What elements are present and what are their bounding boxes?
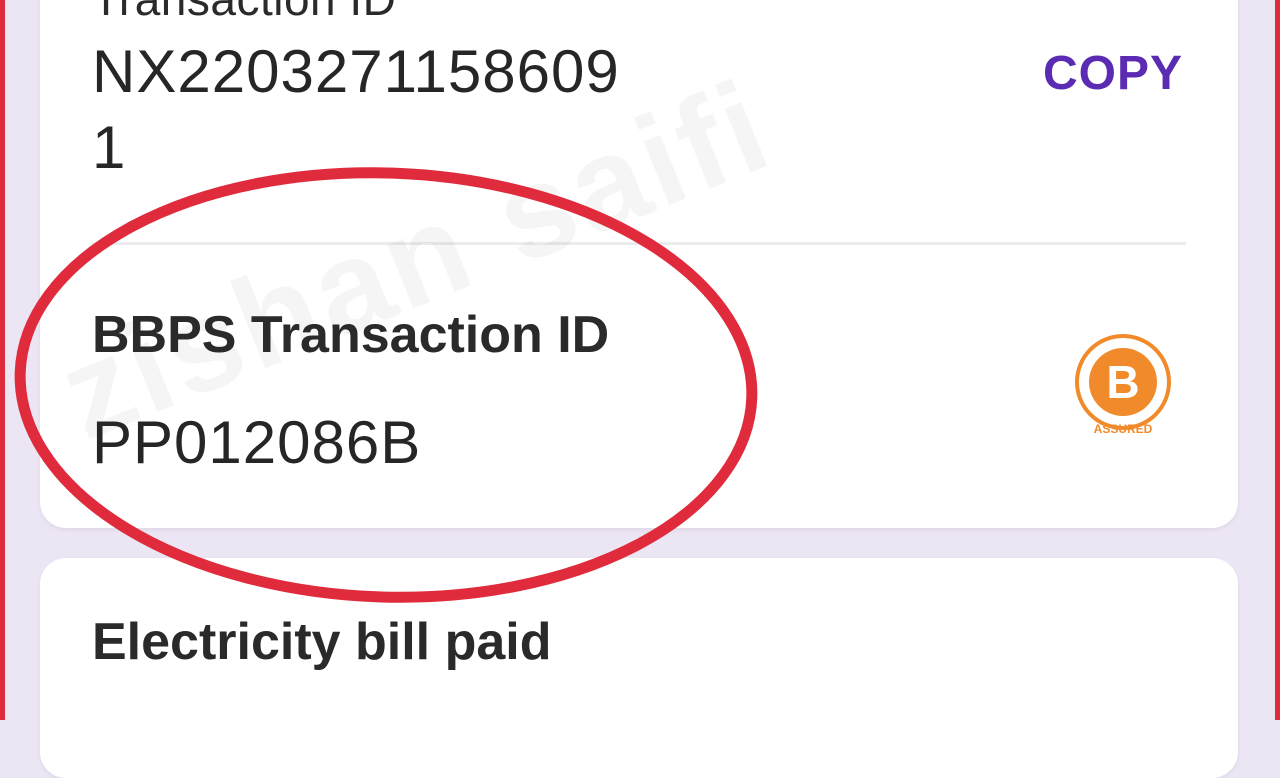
bbps-assured-logo-icon: B ASSURED <box>1075 334 1171 436</box>
bbps-transaction-id-value: PP012086B <box>92 409 422 476</box>
bill-status-title: Electricity bill paid <box>92 613 552 671</box>
transaction-id-value: NX22032711586091 <box>92 38 620 181</box>
divider <box>92 242 1186 245</box>
bbps-transaction-id-label: BBPS Transaction ID <box>92 306 610 364</box>
bbps-logo-letter: B <box>1106 356 1139 408</box>
transaction-id-label: Transaction ID <box>92 0 396 26</box>
bbps-logo-caption: ASSURED <box>1094 422 1153 436</box>
copy-button[interactable]: COPY <box>1043 46 1183 101</box>
